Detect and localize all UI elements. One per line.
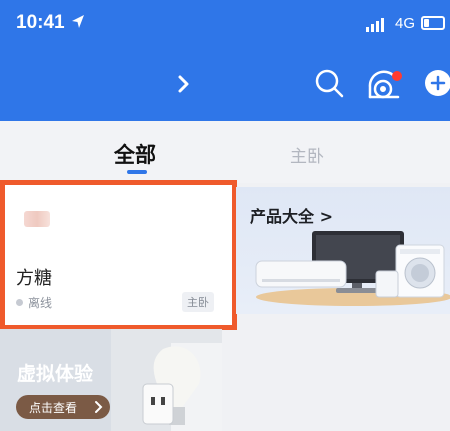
chevron-right-icon[interactable] bbox=[176, 74, 192, 94]
header-bar: 10:41 4G bbox=[0, 0, 450, 121]
device-name: 方糖 bbox=[16, 268, 52, 289]
signal-icon bbox=[366, 18, 384, 32]
view-button-label: 点击查看 bbox=[29, 401, 78, 415]
location-arrow-icon bbox=[72, 15, 84, 28]
search-icon[interactable] bbox=[314, 68, 344, 98]
active-tab-underline bbox=[127, 170, 147, 174]
offline-dot-icon bbox=[16, 299, 23, 306]
chevron-right-icon bbox=[95, 401, 103, 413]
virtual-experience-card[interactable]: 虚拟体验 点击查看 bbox=[0, 329, 222, 431]
device-thumbnail bbox=[24, 211, 50, 227]
view-button[interactable]: 点击查看 bbox=[16, 395, 110, 419]
status-time: 10:41 bbox=[16, 12, 65, 33]
tab-all[interactable]: 全部 bbox=[114, 139, 156, 169]
device-status: 离线 bbox=[28, 296, 53, 310]
battery-icon bbox=[421, 16, 445, 30]
virtual-title: 虚拟体验 bbox=[17, 363, 94, 385]
network-type: 4G bbox=[395, 15, 416, 32]
device-icon[interactable] bbox=[364, 67, 404, 101]
virtual-illustration bbox=[111, 329, 222, 431]
add-icon[interactable] bbox=[424, 69, 450, 97]
products-card[interactable]: 产品大全 > bbox=[236, 187, 450, 314]
products-title: 产品大全 > bbox=[250, 207, 333, 226]
device-card[interactable]: 方糖 离线 主卧 bbox=[0, 180, 237, 330]
device-room-badge: 主卧 bbox=[182, 292, 214, 312]
appliances-illustration bbox=[255, 231, 450, 306]
room-tabs: 全部 主卧 bbox=[0, 121, 450, 183]
tab-master-bedroom[interactable]: 主卧 bbox=[290, 142, 324, 167]
